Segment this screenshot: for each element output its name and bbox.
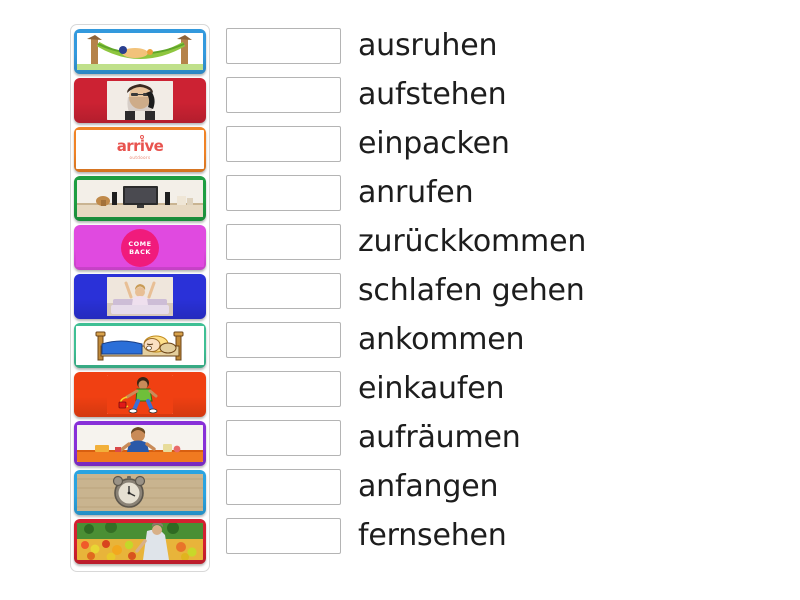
answer-label-3: einpacken: [358, 126, 510, 161]
alarm-clock-image: [77, 474, 203, 511]
drop-box-11[interactable]: [226, 518, 341, 554]
drop-box-10[interactable]: [226, 469, 341, 505]
drop-box-3[interactable]: [226, 126, 341, 162]
answer-row: aufstehen: [226, 77, 766, 113]
drop-box-2[interactable]: [226, 77, 341, 113]
come-back-badge-image: COME BACK: [76, 228, 204, 267]
answer-row: zurückkommen: [226, 224, 766, 260]
drop-box-8[interactable]: [226, 371, 341, 407]
answer-row: einpacken: [226, 126, 766, 162]
image-tile-4[interactable]: [74, 176, 206, 221]
drop-box-1[interactable]: [226, 28, 341, 64]
sleeping-child-cartoon-image: [76, 326, 204, 365]
image-tiles-panel: arrive outdoors COME BACK: [70, 24, 210, 572]
answer-row: ausruhen: [226, 28, 766, 64]
answer-label-7: ankommen: [358, 322, 525, 357]
woman-on-telephone-image: [107, 81, 173, 120]
answer-label-1: ausruhen: [358, 28, 498, 63]
television-living-room-image: [77, 180, 203, 217]
answer-label-4: anrufen: [358, 175, 474, 210]
image-tile-10[interactable]: [74, 470, 206, 515]
answer-rows-list: ausruhen aufstehen einpacken anrufen zurückk…: [226, 28, 766, 554]
image-tile-5[interactable]: COME BACK: [74, 225, 206, 270]
answer-label-6: schlafen gehen: [358, 273, 585, 308]
answer-label-11: fernsehen: [358, 518, 507, 553]
image-tile-1[interactable]: [74, 29, 206, 74]
arrive-logo-image: arrive outdoors: [76, 130, 204, 169]
market-vegetable-stall-image: [77, 523, 203, 560]
person-stretching-in-bed-image: [107, 277, 173, 316]
match-up-activity: arrive outdoors COME BACK ausruhen aufst…: [0, 0, 800, 600]
answer-row: ankommen: [226, 322, 766, 358]
image-tile-8[interactable]: [74, 372, 206, 417]
image-tiles-list: arrive outdoors COME BACK: [74, 29, 206, 564]
answer-row: einkaufen: [226, 371, 766, 407]
image-tile-11[interactable]: [74, 519, 206, 564]
image-tile-9[interactable]: [74, 421, 206, 466]
answer-label-2: aufstehen: [358, 77, 507, 112]
drop-box-5[interactable]: [226, 224, 341, 260]
drop-box-4[interactable]: [226, 175, 341, 211]
image-tile-3[interactable]: arrive outdoors: [74, 127, 206, 172]
image-tile-7[interactable]: [74, 323, 206, 368]
drop-box-6[interactable]: [226, 273, 341, 309]
answer-row: schlafen gehen: [226, 273, 766, 309]
answer-row: anfangen: [226, 469, 766, 505]
child-with-toy-running-image: [107, 375, 173, 414]
drop-box-9[interactable]: [226, 420, 341, 456]
answer-label-10: anfangen: [358, 469, 499, 504]
answer-row: fernsehen: [226, 518, 766, 554]
hammock-rest-image: [77, 33, 203, 70]
image-tile-2[interactable]: [74, 78, 206, 123]
image-tile-6[interactable]: [74, 274, 206, 319]
child-tidying-table-image: [77, 425, 203, 462]
drop-box-7[interactable]: [226, 322, 341, 358]
answer-row: aufräumen: [226, 420, 766, 456]
answer-label-8: einkaufen: [358, 371, 505, 406]
answer-row: anrufen: [226, 175, 766, 211]
answer-label-5: zurückkommen: [358, 224, 587, 259]
answer-label-9: aufräumen: [358, 420, 521, 455]
